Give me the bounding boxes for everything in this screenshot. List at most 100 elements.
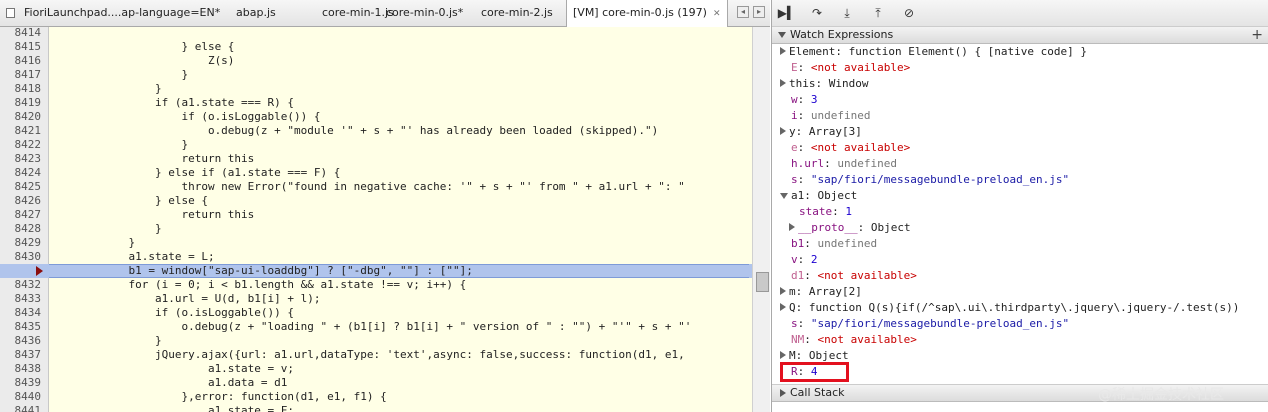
tab-overflow-left-icon[interactable]: ◂ (737, 6, 749, 18)
line-number[interactable]: 8434 (0, 306, 42, 320)
line-number[interactable]: 8432 (0, 278, 42, 292)
current-execution-line[interactable]: b1 = window["sap-ui-loaddbg"] ? ["-dbg",… (0, 264, 752, 278)
line-number[interactable]: 8438 (0, 362, 42, 376)
code-line[interactable]: 8428 } (0, 222, 752, 236)
code-line[interactable]: 8441 a1.state = F; (0, 404, 752, 412)
tab-core-min-0[interactable]: core-min-0.js* (386, 0, 463, 26)
code-line[interactable]: 8435 o.debug(z + "loading " + (b1[i] ? b… (0, 320, 752, 334)
watch-row[interactable]: E: <not available> (791, 60, 910, 76)
watch-row[interactable]: e: <not available> (791, 140, 910, 156)
line-number[interactable]: 8440 (0, 390, 42, 404)
watch-row[interactable]: m: Array[2] (780, 284, 862, 300)
code-line[interactable]: 8425 throw new Error("found in negative … (0, 180, 752, 194)
watch-row[interactable]: i: undefined (791, 108, 870, 124)
code-line[interactable]: 8433 a1.url = U(d, b1[i] + l); (0, 292, 752, 306)
watch-row[interactable]: state: 1 (799, 204, 852, 220)
watch-row[interactable]: w: 3 (791, 92, 818, 108)
code-line[interactable]: 8439 a1.data = d1 (0, 376, 752, 390)
code-line[interactable]: 8421 o.debug(z + "module '" + s + "' has… (0, 124, 752, 138)
tab-vm-core-min-0[interactable]: [VM] core-min-0.js (197) ✕ (566, 0, 728, 27)
line-number[interactable]: 8430 (0, 250, 42, 264)
tab-core-min-2[interactable]: core-min-2.js (481, 0, 553, 26)
scrollbar-thumb[interactable] (756, 272, 769, 292)
collapsed-arrow-icon[interactable] (789, 223, 795, 231)
step-out-icon[interactable]: ⤒ (867, 3, 889, 23)
watch-row[interactable]: s: "sap/fiori/messagebundle-preload_en.j… (791, 316, 1069, 332)
line-number[interactable]: 8437 (0, 348, 42, 362)
line-number[interactable]: 8419 (0, 96, 42, 110)
resume-icon[interactable]: ▶▍ (776, 3, 798, 23)
tab-core-min-1[interactable]: core-min-1.js (322, 0, 394, 26)
code-line[interactable]: 8424 } else if (a1.state === F) { (0, 166, 752, 180)
line-number[interactable]: 8423 (0, 152, 42, 166)
line-number[interactable]: 8427 (0, 208, 42, 222)
line-number[interactable]: 8433 (0, 292, 42, 306)
tab-abap-js[interactable]: abap.js (236, 0, 276, 26)
line-number[interactable]: 8429 (0, 236, 42, 250)
collapsed-arrow-icon[interactable] (780, 287, 786, 295)
line-number[interactable]: 8420 (0, 110, 42, 124)
deactivate-breakpoints-icon[interactable]: ⊘ (898, 3, 920, 23)
code-line[interactable]: 8440 },error: function(d1, e1, f1) { (0, 390, 752, 404)
tab-fiori-launchpad[interactable]: FioriLaunchpad....ap-language=EN* (24, 0, 220, 26)
line-number[interactable]: 8418 (0, 82, 42, 96)
tab-overflow-right-icon[interactable]: ▸ (753, 6, 765, 18)
code-line[interactable]: 8418 } (0, 82, 752, 96)
line-number[interactable]: 8425 (0, 180, 42, 194)
line-number[interactable]: 8428 (0, 222, 42, 236)
code-line[interactable]: 8434 if (o.isLoggable()) { (0, 306, 752, 320)
code-line[interactable]: 8438 a1.state = v; (0, 362, 752, 376)
watch-row[interactable]: v: 2 (791, 252, 818, 268)
line-number[interactable]: 8435 (0, 320, 42, 334)
line-number[interactable]: 8422 (0, 138, 42, 152)
line-number[interactable]: 8439 (0, 376, 42, 390)
line-number[interactable]: 8414 (0, 27, 42, 40)
watch-row[interactable]: d1: <not available> (791, 268, 917, 284)
watch-row[interactable]: Q: function Q(s){if(/^sap\.ui\.thirdpart… (780, 300, 1239, 316)
line-number[interactable]: 8416 (0, 54, 42, 68)
line-number[interactable]: 8424 (0, 166, 42, 180)
code-editor[interactable]: 8414 8415 } else {8416 Z(s) 8417 } 8418 } 84… (0, 27, 770, 412)
code-line[interactable]: 8427 return this (0, 208, 752, 222)
line-number[interactable]: 8426 (0, 194, 42, 208)
collapsed-arrow-icon[interactable] (780, 79, 786, 87)
line-number[interactable]: 8436 (0, 334, 42, 348)
step-into-icon[interactable]: ⤓ (836, 3, 858, 23)
step-over-icon[interactable]: ↷ (806, 3, 828, 23)
line-number[interactable]: 8441 (0, 404, 42, 412)
code-line[interactable]: 8414 (0, 27, 752, 40)
watch-row[interactable]: this: Window (780, 76, 869, 92)
code-line[interactable]: 8420 if (o.isLoggable()) { (0, 110, 752, 124)
add-watch-icon[interactable]: + (1251, 27, 1263, 43)
watch-row[interactable]: s: "sap/fiori/messagebundle-preload_en.j… (791, 172, 1069, 188)
collapsed-arrow-icon[interactable] (780, 303, 786, 311)
code-line[interactable]: 8417 } (0, 68, 752, 82)
collapsed-arrow-icon[interactable] (780, 47, 786, 55)
editor-scrollbar[interactable] (752, 27, 770, 412)
watch-expressions-header[interactable]: Watch Expressions + (772, 26, 1268, 44)
code-line[interactable]: 8423 return this (0, 152, 752, 166)
code-line[interactable]: 8415 } else { (0, 40, 752, 54)
code-line[interactable]: 8426 } else { (0, 194, 752, 208)
collapsed-arrow-icon[interactable] (780, 127, 786, 135)
watch-row[interactable]: b1: undefined (791, 236, 877, 252)
watch-row[interactable]: NM: <not available> (791, 332, 917, 348)
watch-row[interactable]: Element: function Element() { [native co… (780, 44, 1087, 60)
collapsed-arrow-icon[interactable] (780, 351, 786, 359)
code-line[interactable]: 8432 for (i = 0; i < b1.length && a1.sta… (0, 278, 752, 292)
line-number[interactable]: 8415 (0, 40, 42, 54)
code-line[interactable]: 8422 } (0, 138, 752, 152)
code-line[interactable]: 8437 jQuery.ajax({url: a1.url,dataType: … (0, 348, 752, 362)
watch-row[interactable]: h.url: undefined (791, 156, 897, 172)
watch-row[interactable]: a1: Object (780, 188, 857, 204)
code-line[interactable]: 8429 } (0, 236, 752, 250)
code-line[interactable]: 8416 Z(s) (0, 54, 752, 68)
close-icon[interactable]: ✕ (713, 9, 721, 19)
watch-row[interactable]: __proto__: Object (789, 220, 911, 236)
line-number[interactable]: 8417 (0, 68, 42, 82)
watch-row[interactable]: y: Array[3] (780, 124, 862, 140)
code-line[interactable]: 8430 a1.state = L; (0, 250, 752, 264)
line-number[interactable]: 8421 (0, 124, 42, 138)
expanded-arrow-icon[interactable] (780, 193, 788, 199)
code-line[interactable]: 8419 if (a1.state === R) { (0, 96, 752, 110)
